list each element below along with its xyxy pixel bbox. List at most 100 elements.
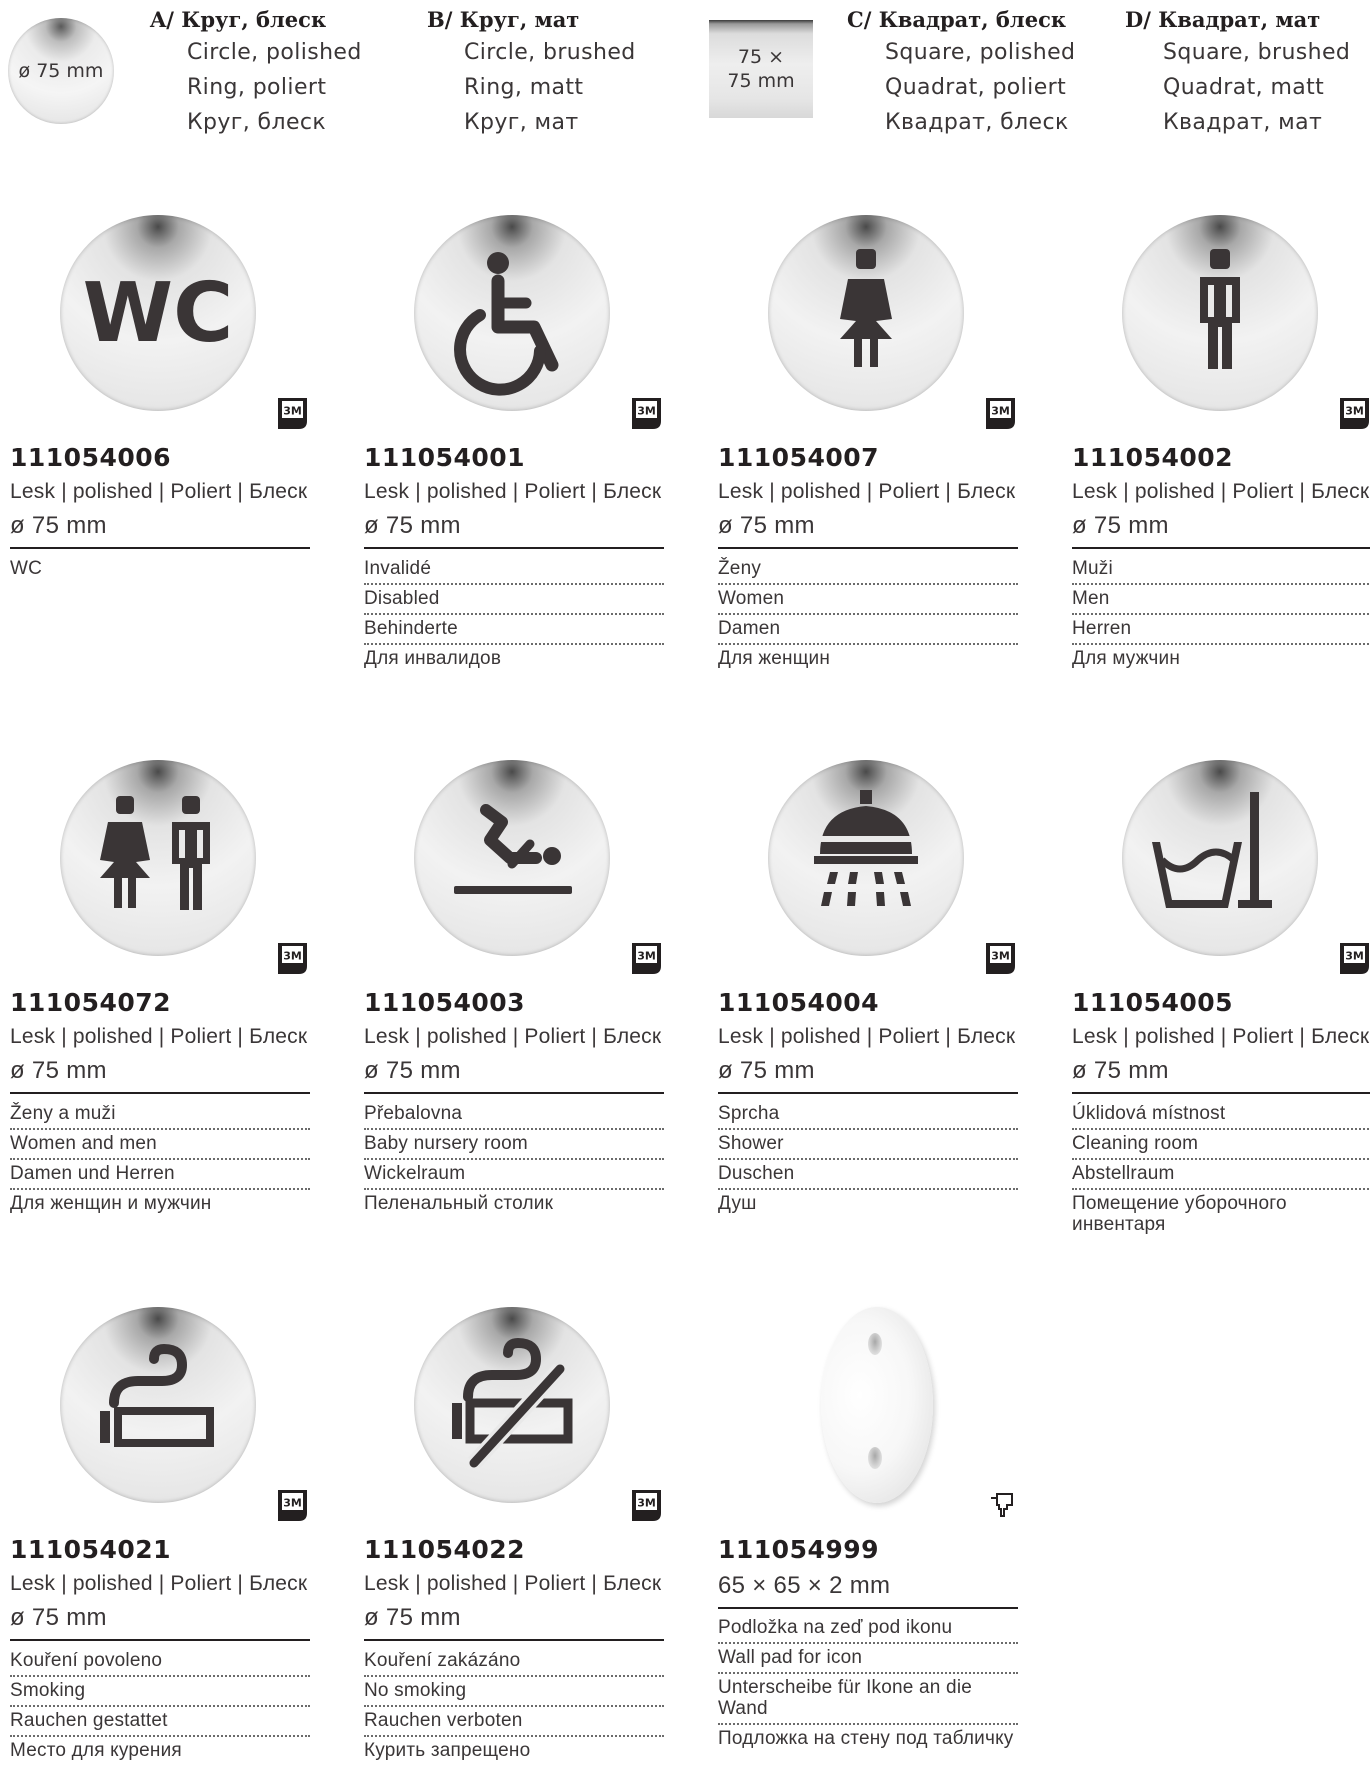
product-name: Abstellraum [1072,1160,1370,1190]
legend-variant-line: Square, polished [885,40,1076,65]
product-name: Ženy [718,555,1018,585]
square-swatch-label: 75 × 75 mm [727,46,795,92]
product-name: Ženy a muži [10,1100,310,1130]
product-name: Kouření zakázáno [364,1647,664,1677]
product-name: Invalidé [364,555,664,585]
svg-text:3M: 3M [283,405,302,418]
product-name: Kouření povoleno [10,1647,310,1677]
svg-text:3M: 3M [637,950,656,963]
3m-adhesive-icon: 3M [1337,395,1370,432]
mounting-hole [868,1447,882,1469]
product-code: 111054072 [10,988,172,1017]
legend-variant-line: Квадрат, блеск [885,110,1069,135]
woman-icon [840,249,892,367]
product-name: Место для курения [10,1740,182,1761]
product-finish: Lesk | polished | Poliert | Блеск [10,1572,308,1595]
3m-adhesive-icon: 3M [275,1487,310,1524]
product-names: Podložka na zeď pod ikonu Wall pad for i… [718,1614,1018,1753]
svg-text:3M: 3M [283,1497,302,1510]
product-finish: Lesk | polished | Poliert | Блеск [364,1025,662,1048]
product-name: Disabled [364,585,664,615]
product-name: Sprcha [718,1100,1018,1130]
divider [10,1639,310,1641]
3m-adhesive-icon: 3M [629,395,664,432]
shower-icon [814,790,918,906]
legend-variant-line: Круг, мат [464,110,579,135]
svg-text:3M: 3M [1345,950,1364,963]
product-name: Для женщин и мужчин [10,1193,212,1214]
svg-text:WC: WC [83,266,234,361]
product-disc [414,760,610,956]
product-name: Rauchen gestattet [10,1707,310,1737]
product-name: Для женщин [718,648,831,669]
svg-text:3M: 3M [637,405,656,418]
product-name: Пеленальный столик [364,1193,554,1214]
legend-variant-line: Ring, matt [464,75,584,100]
legend-variant-line: Square, brushed [1163,40,1351,65]
product-disc [60,760,256,956]
product-code: 111054001 [364,443,526,472]
product-disc [768,215,964,411]
product-names: Kouření zakázáno No smoking Rauchen verb… [364,1647,664,1765]
product-name: Baby nursery room [364,1130,664,1160]
3m-adhesive-icon: 3M [983,395,1018,432]
product-finish: Lesk | polished | Poliert | Блеск [718,480,1016,503]
product-names: Invalidé Disabled Behinderte Для инвалид… [364,555,664,673]
legend-variant-line: Quadrat, poliert [885,75,1067,100]
divider [10,547,310,549]
product-dimension: ø 75 mm [718,512,815,539]
square-swatch: 75 × 75 mm [709,20,813,118]
product-name: Men [1072,585,1370,615]
legend-variant-title: C/ Квадрат, блеск [847,7,1067,32]
3m-adhesive-icon: 3M [275,940,310,977]
divider [1072,1092,1370,1094]
product-name: Women and men [10,1130,310,1160]
product-finish: Lesk | polished | Poliert | Блеск [10,1025,308,1048]
product-name: Wickelraum [364,1160,664,1190]
product-code: 111054004 [718,988,880,1017]
product-dimension: ø 75 mm [10,512,107,539]
product-code: 111054006 [10,443,172,472]
product-name: Rauchen verboten [364,1707,664,1737]
product-finish: Lesk | polished | Poliert | Блеск [718,1025,1016,1048]
product-name: Damen [718,615,1018,645]
product-finish: Lesk | polished | Poliert | Блеск [10,480,308,503]
product-names: WC [10,555,310,583]
product-disc [1122,760,1318,956]
product-names: Ženy Women Damen Для женщин [718,555,1018,673]
divider [1072,547,1370,549]
svg-text:3M: 3M [283,950,302,963]
product-name: Muži [1072,555,1370,585]
woman-man-icon [100,796,210,910]
product-name: Shower [718,1130,1018,1160]
product-dimension: ø 75 mm [364,1604,461,1631]
3m-adhesive-icon: 3M [1337,940,1370,977]
product-name: Behinderte [364,615,664,645]
product-code: 111054003 [364,988,526,1017]
3m-adhesive-icon: 3M [983,940,1018,977]
product-code: 111054021 [10,1535,172,1564]
product-name: Podložka na zeď pod ikonu [718,1614,1018,1644]
product-names: Sprcha Shower Duschen Душ [718,1100,1018,1218]
product-disc: WC [60,215,256,411]
product-code: 111054002 [1072,443,1234,472]
product-names: Ženy a muži Women and men Damen und Herr… [10,1100,310,1218]
3m-adhesive-icon: 3M [629,940,664,977]
product-names: Muži Men Herren Для мужчин [1072,555,1370,673]
3m-adhesive-icon: 3M [629,1487,664,1524]
product-names: Přebalovna Baby nursery room Wickelraum … [364,1100,664,1218]
legend-variant-line: Quadrat, matt [1163,75,1325,100]
legend-variant-line: Квадрат, мат [1163,110,1323,135]
wheelchair-icon [454,252,559,396]
product-name: Women [718,585,1018,615]
divider [718,547,1018,549]
circle-swatch-label: ø 75 mm [18,60,104,82]
product-name: No smoking [364,1677,664,1707]
mounting-hole [868,1333,882,1355]
drill-icon [988,1489,1018,1519]
product-dimension: ø 75 mm [1072,1057,1169,1084]
wall-pad-image [821,1307,933,1503]
product-name: Damen und Herren [10,1160,310,1190]
product-finish: Lesk | polished | Poliert | Блеск [1072,480,1370,503]
product-disc [414,1307,610,1503]
